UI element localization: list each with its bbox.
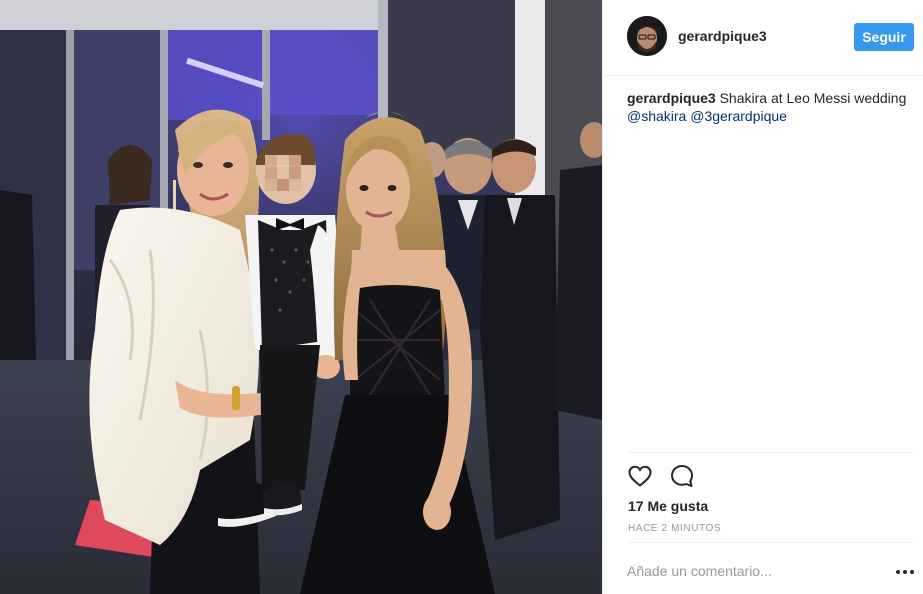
post-photo[interactable] (0, 0, 602, 594)
likes-count[interactable]: 17 Me gusta (628, 498, 708, 514)
post-actions (627, 463, 695, 491)
caption-mention-gerardpique[interactable]: @3gerardpique (690, 108, 787, 124)
post-timestamp[interactable]: HACE 2 MINUTOS (628, 523, 721, 534)
avatar-image (627, 16, 667, 56)
post-sidebar: gerardpique3 Seguir gerardpique3 Shakira… (602, 0, 923, 594)
heart-icon[interactable] (627, 463, 653, 489)
comment-input[interactable] (627, 560, 882, 582)
more-options-icon[interactable] (896, 565, 914, 579)
dot (910, 570, 914, 574)
comment-divider (627, 542, 914, 543)
dot (903, 570, 907, 574)
instagram-post: gerardpique3 Seguir gerardpique3 Shakira… (0, 0, 923, 594)
caption-mention-shakira[interactable]: @shakira (627, 108, 686, 124)
post-caption: gerardpique3 Shakira at Leo Messi weddin… (627, 89, 907, 125)
actions-divider (627, 452, 914, 453)
dot (896, 570, 900, 574)
caption-username[interactable]: gerardpique3 (627, 90, 716, 106)
username-link[interactable]: gerardpique3 (678, 28, 767, 44)
avatar[interactable] (627, 16, 667, 56)
follow-button[interactable]: Seguir (854, 23, 914, 51)
post-header: gerardpique3 Seguir (603, 0, 923, 76)
post-photo-image (0, 0, 602, 594)
comment-icon[interactable] (669, 463, 695, 489)
caption-text: Shakira at Leo Messi wedding (715, 90, 907, 106)
